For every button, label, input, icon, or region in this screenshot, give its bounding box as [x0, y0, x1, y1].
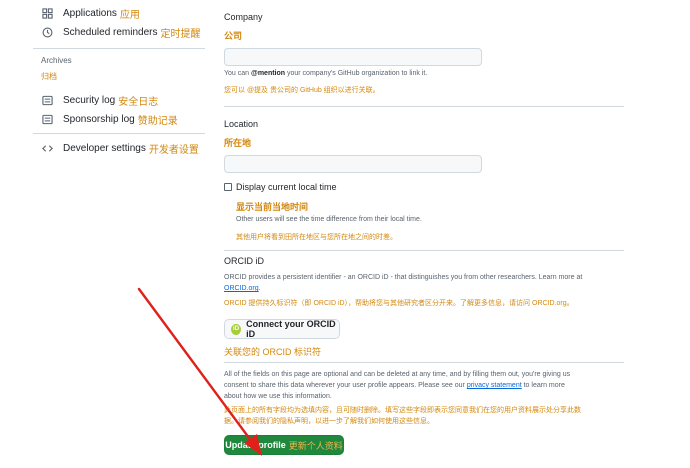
- company-hint-mention: @mention: [251, 70, 286, 77]
- orcid-description: ORCID provides a persistent identifier -…: [224, 272, 584, 294]
- orcid-link[interactable]: ORCID.org: [224, 285, 259, 292]
- orcid-desc-text: ORCID provides a persistent identifier -…: [224, 274, 583, 281]
- company-input[interactable]: [224, 48, 482, 66]
- privacy-statement-link[interactable]: privacy statement: [467, 382, 522, 389]
- apps-icon: [41, 7, 53, 19]
- update-profile-label: Update profile: [225, 440, 286, 450]
- local-time-checkbox[interactable]: [224, 183, 232, 191]
- location-label-cn: 所在地: [224, 138, 252, 148]
- sidebar-item-security-log[interactable]: Security log 安全日志: [33, 90, 158, 110]
- section-label-archives: Archives: [41, 56, 72, 65]
- settings-sidebar: Applications 应用 Scheduled reminders 定时提醒…: [0, 0, 205, 468]
- sidebar-item-label: Sponsorship log: [63, 113, 135, 125]
- company-hint-suffix: your company's GitHub organization to li…: [285, 70, 428, 77]
- sidebar-divider: [33, 48, 205, 49]
- sidebar-item-label-cn: 开发者设置: [148, 144, 199, 156]
- log-icon: [41, 113, 53, 125]
- company-label-cn: 公司: [224, 31, 243, 41]
- connect-orcid-caption-cn: 关联您的 ORCID 标识符: [224, 347, 322, 357]
- location-input[interactable]: [224, 155, 482, 173]
- sidebar-item-label: Security log: [63, 94, 116, 106]
- location-label: Location: [224, 119, 259, 129]
- sidebar-item-label-cn: 赞助记录: [137, 115, 178, 127]
- profile-data-notice: All of the fields on this page are optio…: [224, 369, 584, 402]
- orcid-description-cn: ORCID 提供持久标识符（即 ORCID iD），帮助将您与其他研究者区分开来…: [224, 300, 574, 307]
- connect-orcid-label: Connect your ORCID iD: [246, 319, 336, 339]
- company-label: Company: [224, 12, 263, 22]
- orcid-title: ORCID iD: [224, 256, 264, 266]
- sidebar-divider: [33, 133, 205, 134]
- sidebar-item-label-cn: 应用: [119, 9, 140, 21]
- connect-orcid-button[interactable]: iD Connect your ORCID iD: [224, 319, 340, 339]
- code-icon: [41, 142, 53, 154]
- sidebar-item-sponsorship-log[interactable]: Sponsorship log 赞助记录: [33, 109, 178, 129]
- section-divider: [224, 362, 624, 363]
- sidebar-item-label: Developer settings: [63, 142, 146, 154]
- local-time-label-cn: 显示当前当地时间: [236, 202, 309, 212]
- sidebar-item-scheduled-reminders[interactable]: Scheduled reminders 定时提醒: [33, 22, 201, 42]
- sidebar-item-label: Applications: [63, 7, 117, 19]
- sidebar-item-label-cn: 安全日志: [118, 96, 159, 108]
- company-hint-cn: 您可以 @提及 贵公司的 GitHub 组织以进行关联。: [224, 87, 380, 94]
- company-hint: You can @mention your company's GitHub o…: [224, 70, 427, 77]
- section-divider: [224, 106, 624, 107]
- sidebar-item-developer-settings[interactable]: Developer settings 开发者设置: [33, 138, 199, 158]
- section-label-archives-cn: 归档: [41, 72, 57, 81]
- local-time-hint: Other users will see the time difference…: [236, 216, 422, 223]
- clock-icon: [41, 26, 53, 38]
- orcid-desc-end: .: [258, 285, 261, 292]
- local-time-hint-cn: 其他用户将看到田所在地区与您所在地之间的时差。: [236, 234, 397, 241]
- orcid-logo-icon: iD: [231, 323, 242, 335]
- update-profile-button[interactable]: Update profile 更新个人资料: [224, 435, 344, 455]
- sidebar-item-applications[interactable]: Applications 应用: [33, 3, 140, 23]
- sidebar-item-label-cn: 定时提醒: [160, 28, 201, 40]
- profile-data-notice-cn: 此页面上的所有字段均为选填内容，且可随时删除。填写这些字段即表示您同意我们在您的…: [224, 407, 581, 425]
- update-profile-label-cn: 更新个人资料: [288, 440, 343, 451]
- sidebar-item-label: Scheduled reminders: [63, 26, 158, 38]
- section-divider: [224, 250, 624, 251]
- local-time-label[interactable]: Display current local time: [236, 182, 337, 192]
- log-icon: [41, 94, 53, 106]
- company-hint-prefix: You can: [224, 70, 251, 77]
